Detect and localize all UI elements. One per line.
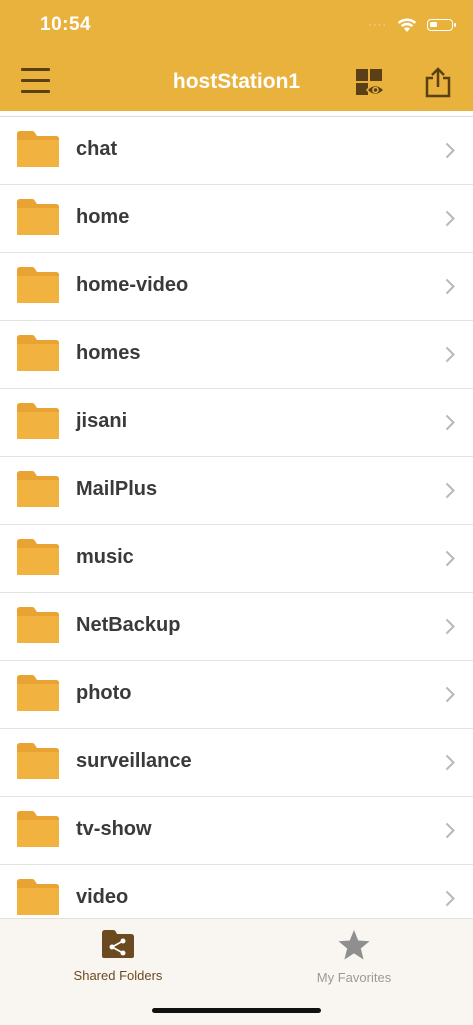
folder-icon [17,335,59,371]
shared-folder-icon [102,930,134,958]
folder-row-photo[interactable]: photo [0,661,473,729]
chevron-right-icon [445,550,455,567]
folder-row-music[interactable]: music [0,525,473,593]
chevron-right-icon [445,822,455,839]
chevron-right-icon [445,754,455,771]
folder-row-homes[interactable]: homes [0,321,473,389]
battery-icon [427,19,456,31]
folder-name: NetBackup [76,614,181,636]
folder-icon [17,811,59,847]
chevron-right-icon [445,278,455,295]
tab-shared-folders[interactable]: Shared Folders [28,929,208,983]
chevron-right-icon [445,142,455,159]
folder-name: MailPlus [76,478,158,500]
folder-icon [17,131,59,167]
folder-icon [17,879,59,915]
tab-my-favorites-label: My Favorites [316,970,392,985]
page-title: hostStation1 [172,70,301,93]
folder-icon [17,743,59,779]
chevron-right-icon [445,482,455,499]
view-mode-icon[interactable] [355,68,385,98]
folder-icon [17,267,59,303]
chevron-right-icon [445,618,455,635]
app-header: 10:54 ···· hostStation1 [0,0,473,111]
folder-row-home-video[interactable]: home-video [0,253,473,321]
chevron-right-icon [445,890,455,907]
folder-row-netbackup[interactable]: NetBackup [0,593,473,661]
folder-name: tv-show [76,818,152,840]
chevron-right-icon [445,414,455,431]
star-icon [338,930,370,960]
folder-name: surveillance [76,750,192,772]
folder-name: homes [76,342,141,364]
folder-name: video [76,886,129,908]
folder-name: jisani [76,410,128,432]
status-indicators: ···· [368,15,456,35]
share-icon[interactable] [424,66,452,98]
folder-list: chat home home-video homes jisani MailPl… [0,116,473,919]
folder-icon [17,675,59,711]
folder-row-surveillance[interactable]: surveillance [0,729,473,797]
cellular-signal-icon: ···· [368,19,387,31]
folder-row-jisani[interactable]: jisani [0,389,473,457]
folder-name: music [76,546,134,568]
folder-icon [17,607,59,643]
folder-row-mailplus[interactable]: MailPlus [0,457,473,525]
chevron-right-icon [445,686,455,703]
folder-row-chat[interactable]: chat [0,117,473,185]
folder-icon [17,471,59,507]
wifi-icon [397,17,417,32]
folder-row-video[interactable]: video [0,865,473,919]
status-time: 10:54 [40,14,92,35]
folder-icon [17,403,59,439]
folder-name: home-video [76,274,189,296]
folder-name: photo [76,682,132,704]
folder-row-home[interactable]: home [0,185,473,253]
chevron-right-icon [445,346,455,363]
tab-my-favorites[interactable]: My Favorites [264,929,444,985]
chevron-right-icon [445,210,455,227]
home-indicator [152,1008,321,1013]
folder-row-tv-show[interactable]: tv-show [0,797,473,865]
folder-name: chat [76,138,118,160]
folder-icon [17,199,59,235]
tab-shared-folders-label: Shared Folders [73,968,163,983]
folder-icon [17,539,59,575]
folder-name: home [76,206,130,228]
